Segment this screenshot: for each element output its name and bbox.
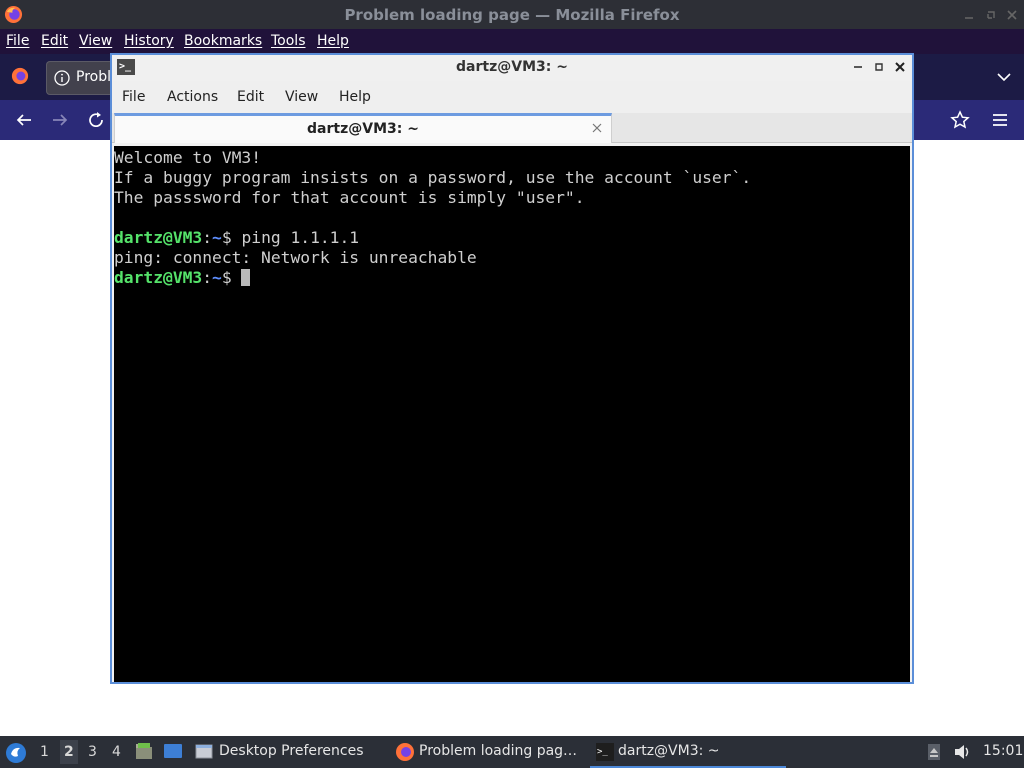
maximize-icon[interactable] — [985, 9, 997, 21]
reload-icon[interactable] — [86, 110, 106, 130]
taskbar: 1 2 3 4 Desktop Preferences Problem load… — [0, 736, 1024, 768]
terminal-line: ping: connect: Network is unreachable — [114, 248, 477, 267]
task-terminal[interactable]: >_ dartz@VM3: ~ — [590, 736, 786, 768]
firefox-window-title: Problem loading page — Mozilla Firefox — [344, 6, 680, 24]
menu-actions[interactable]: Actions — [167, 89, 218, 105]
prompt-command: $ — [221, 268, 242, 287]
menu-view[interactable]: View — [285, 89, 318, 105]
terminal-prompt-line: dartz@VM3:~$ — [114, 268, 910, 288]
firefox-view-icon[interactable] — [11, 67, 29, 85]
forward-arrow-icon[interactable] — [50, 110, 70, 130]
prompt-user: dartz@VM3 — [114, 268, 203, 287]
file-manager-icon[interactable] — [134, 741, 154, 761]
minimize-icon[interactable] — [963, 9, 975, 21]
firefox-menubar: File Edit View History Bookmarks Tools H… — [0, 29, 1024, 54]
terminal-menubar: File Actions Edit View Help — [112, 81, 912, 113]
show-desktop-icon[interactable] — [163, 741, 183, 761]
terminal-output[interactable]: Welcome to VM3! If a buggy program insis… — [114, 146, 910, 682]
workspace-2[interactable]: 2 — [60, 740, 78, 764]
menu-view[interactable]: View — [79, 33, 112, 49]
terminal-line: The passsword for that account is simply… — [114, 188, 585, 207]
task-firefox[interactable]: Problem loading pag… — [395, 736, 585, 768]
eject-icon[interactable] — [927, 743, 941, 761]
desktop-preferences-icon — [195, 744, 213, 759]
terminal-window-title: dartz@VM3: ~ — [456, 59, 568, 75]
tab-label: Probl — [76, 69, 111, 85]
workspace-4[interactable]: 4 — [112, 744, 121, 760]
terminal-line: If a buggy program insists on a password… — [114, 168, 752, 187]
prompt-path: ~ — [212, 268, 222, 287]
task-label: Desktop Preferences — [219, 743, 364, 759]
menu-bookmarks[interactable]: Bookmarks — [184, 33, 262, 49]
prompt-user: dartz@VM3 — [114, 228, 203, 247]
menu-help[interactable]: Help — [317, 33, 349, 49]
hamburger-menu-icon[interactable] — [990, 110, 1010, 130]
prompt-separator: : — [202, 228, 213, 247]
task-label: Problem loading pag… — [419, 743, 578, 759]
star-icon[interactable] — [950, 110, 970, 130]
menu-file[interactable]: File — [122, 89, 145, 105]
prompt-separator: : — [202, 268, 213, 287]
prompt-command: $ ping 1.1.1.1 — [221, 228, 360, 247]
terminal-titlebar[interactable]: >_ dartz@VM3: ~ — [112, 55, 912, 81]
close-icon[interactable] — [893, 60, 907, 74]
terminal-cursor — [241, 269, 251, 286]
chevron-down-icon[interactable] — [996, 70, 1012, 84]
terminal-icon: >_ — [596, 743, 614, 761]
menu-history[interactable]: History — [124, 33, 174, 49]
minimize-icon[interactable] — [851, 60, 865, 74]
menu-file[interactable]: File — [6, 33, 29, 49]
task-desktop-preferences[interactable]: Desktop Preferences — [195, 736, 375, 768]
close-tab-icon[interactable] — [591, 122, 603, 134]
menu-help[interactable]: Help — [339, 89, 371, 105]
workspace-1[interactable]: 1 — [40, 744, 49, 760]
menu-edit[interactable]: Edit — [41, 33, 68, 49]
back-arrow-icon[interactable] — [14, 110, 34, 130]
maximize-icon[interactable] — [872, 60, 886, 74]
clock[interactable]: 15:01 — [983, 743, 1023, 759]
info-icon — [54, 70, 70, 86]
task-label: dartz@VM3: ~ — [618, 743, 720, 759]
terminal-tabbar: dartz@VM3: ~ — [112, 113, 912, 143]
volume-icon[interactable] — [953, 743, 973, 761]
terminal-prompt-line: dartz@VM3:~$ ping 1.1.1.1 — [114, 228, 910, 248]
prompt-path: ~ — [212, 228, 222, 247]
terminal-window: >_ dartz@VM3: ~ File Actions Edit View H… — [110, 53, 914, 684]
close-icon[interactable] — [1006, 9, 1018, 21]
menu-tools[interactable]: Tools — [271, 33, 306, 49]
firefox-logo-icon — [396, 743, 414, 761]
workspace-3[interactable]: 3 — [88, 744, 97, 760]
terminal-tab[interactable]: dartz@VM3: ~ — [114, 113, 612, 143]
start-menu-icon[interactable] — [5, 742, 27, 764]
firefox-titlebar: Problem loading page — Mozilla Firefox — [0, 0, 1024, 29]
terminal-tab-label: dartz@VM3: ~ — [307, 121, 419, 137]
terminal-line: Welcome to VM3! — [114, 148, 262, 167]
menu-edit[interactable]: Edit — [237, 89, 264, 105]
